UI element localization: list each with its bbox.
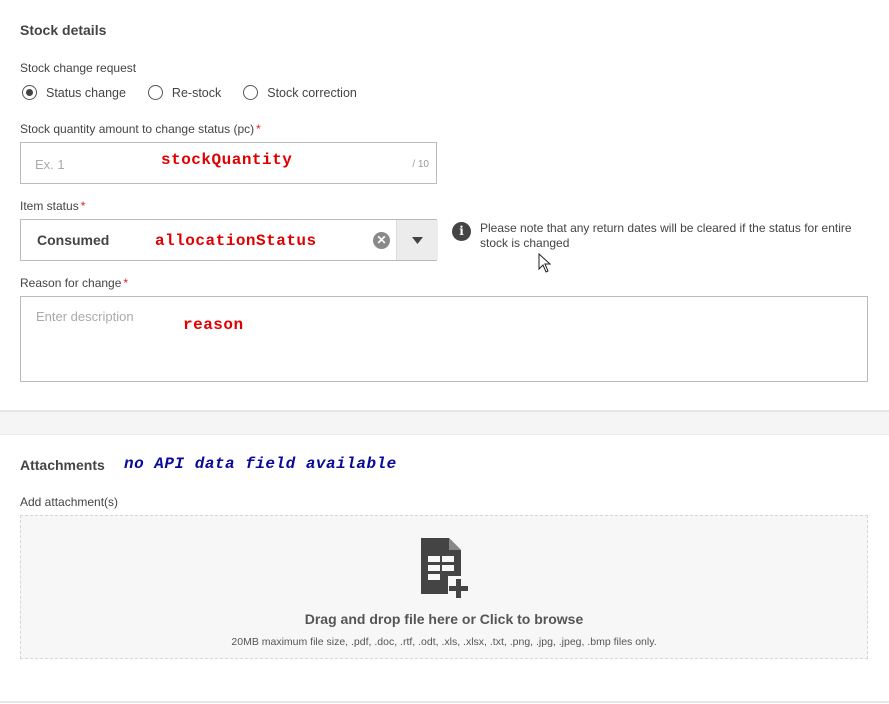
chevron-down-icon <box>412 237 423 244</box>
stock-change-request-radio-group: Status change Re-stock Stock correction <box>22 85 379 100</box>
required-mark: * <box>80 199 86 213</box>
reason-label: Reason for change * <box>20 276 128 290</box>
radio-unchecked-icon <box>243 85 259 100</box>
clear-icon[interactable]: ✕ <box>373 232 390 249</box>
required-mark: * <box>123 276 129 290</box>
quantity-placeholder: Ex. 1 <box>35 157 65 172</box>
attachments-title: Attachments <box>20 457 105 473</box>
reason-textarea[interactable]: Enter description <box>20 296 868 382</box>
radio-status-change-label: Status change <box>46 85 126 100</box>
reason-placeholder: Enter description <box>36 309 134 324</box>
stock-change-request-label: Stock change request <box>20 61 137 75</box>
item-status-label: Item status * <box>20 199 85 213</box>
mouse-cursor-icon <box>538 253 552 273</box>
attachments-annotation: no API data field available <box>124 455 397 473</box>
radio-re-stock[interactable]: Re-stock <box>147 85 222 100</box>
bottom-divider <box>0 701 889 703</box>
section-divider-line <box>0 434 889 435</box>
file-drop-zone[interactable]: Drag and drop file here or Click to brow… <box>20 515 868 659</box>
file-limits: 20MB maximum file size, .pdf, .doc, .rtf… <box>231 636 657 648</box>
item-status-value: Consumed <box>37 232 110 248</box>
stock-details-title: Stock details <box>20 22 107 38</box>
quantity-counter: / 10 <box>412 159 429 170</box>
quantity-label: Stock quantity amount to change status (… <box>20 122 261 136</box>
stock-quantity-annotation: stockQuantity <box>161 151 293 169</box>
status-note: Please note that any return dates will b… <box>480 221 852 250</box>
item-status-label-text: Item status <box>20 199 79 213</box>
reason-label-text: Reason for change <box>20 276 122 290</box>
radio-stock-correction[interactable]: Stock correction <box>243 85 357 100</box>
add-attachments-label: Add attachment(s) <box>20 495 119 509</box>
radio-re-stock-label: Re-stock <box>171 85 222 100</box>
reason-annotation: reason <box>183 316 244 334</box>
radio-status-change[interactable]: Status change <box>22 85 126 100</box>
radio-checked-icon <box>22 85 37 100</box>
allocation-status-annotation: allocationStatus <box>155 232 317 250</box>
section-divider <box>0 410 889 434</box>
dropdown-toggle[interactable] <box>396 220 438 260</box>
radio-stock-correction-label: Stock correction <box>267 85 357 100</box>
file-add-icon <box>421 538 470 598</box>
info-icon: i <box>452 222 471 241</box>
quantity-label-text: Stock quantity amount to change status (… <box>20 122 255 136</box>
required-mark: * <box>256 122 261 136</box>
radio-unchecked-icon <box>147 85 163 100</box>
drop-instructions: Drag and drop file here or Click to brow… <box>304 611 584 627</box>
